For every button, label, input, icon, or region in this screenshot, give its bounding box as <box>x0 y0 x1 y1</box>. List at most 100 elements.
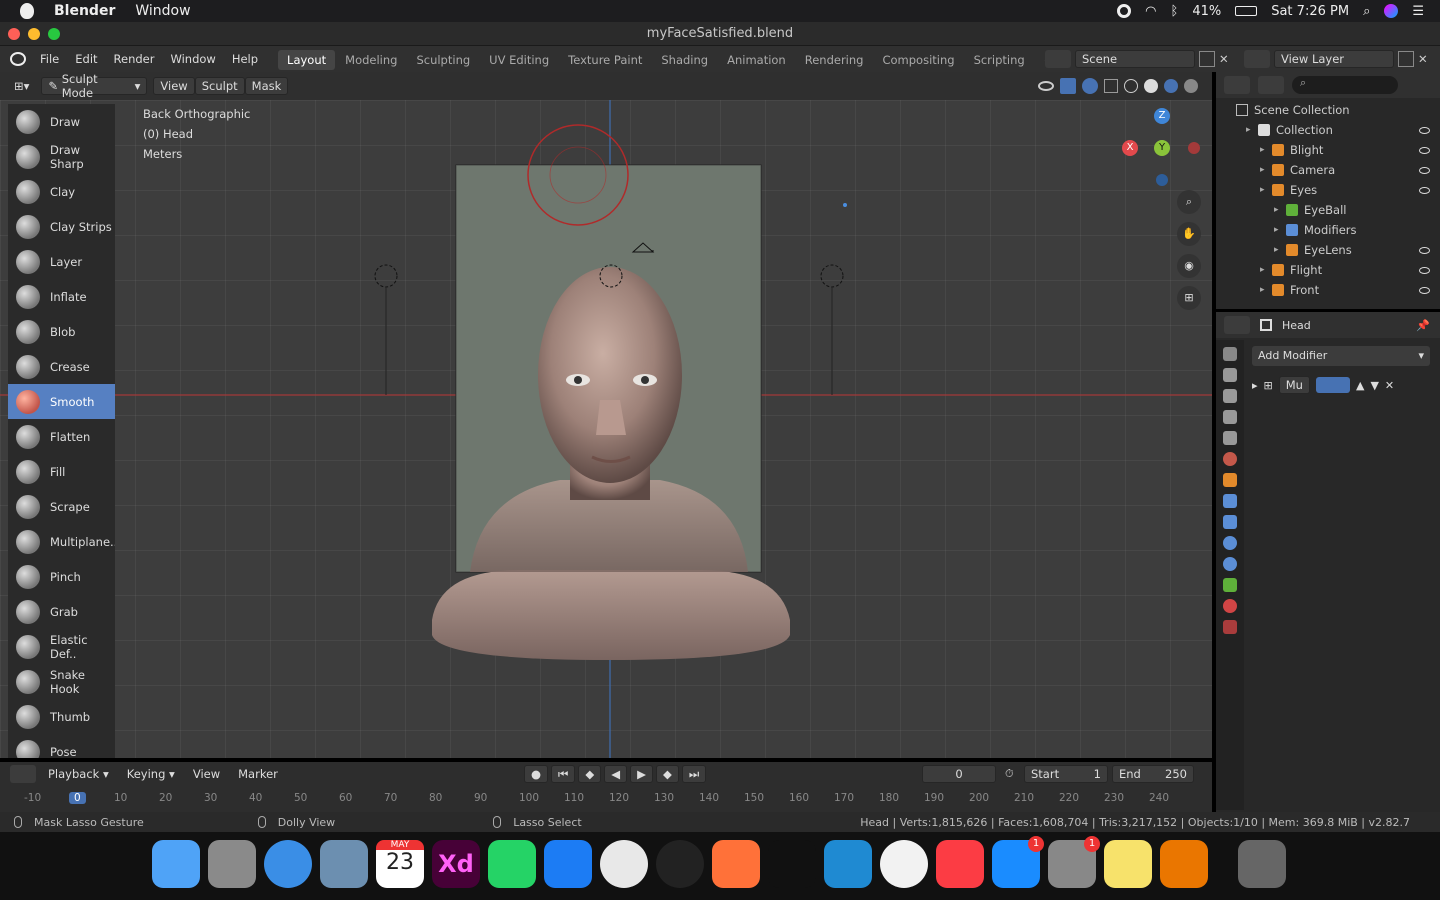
expand-arrow-icon[interactable]: ▸ <box>1260 285 1265 295</box>
new-scene-icon[interactable] <box>1199 51 1215 67</box>
wifi-icon[interactable]: ◠ <box>1145 4 1156 19</box>
jump-end-button[interactable]: ⏭ <box>681 765 707 783</box>
expand-arrow-icon[interactable]: ▸ <box>1260 265 1265 275</box>
tool-thumb[interactable]: Thumb <box>8 699 115 734</box>
world-tab-icon[interactable] <box>1223 452 1237 466</box>
dock-trash-icon[interactable] <box>1238 840 1286 888</box>
tool-grab[interactable]: Grab <box>8 594 115 629</box>
dock-stickies-icon[interactable] <box>1104 840 1152 888</box>
record-icon[interactable] <box>1117 4 1132 18</box>
dock-terminal-icon[interactable] <box>768 840 816 888</box>
tool-draw-sharp[interactable]: Draw Sharp <box>8 139 115 174</box>
modifier-name-field[interactable]: Mu <box>1278 376 1310 394</box>
wireframe-shading-icon[interactable] <box>1124 79 1138 93</box>
physics-tab-icon[interactable] <box>1223 536 1237 550</box>
outliner-editor-icon[interactable] <box>1224 76 1250 94</box>
new-view-layer-icon[interactable] <box>1398 51 1414 67</box>
dock-launchpad-icon[interactable] <box>208 840 256 888</box>
tool-flatten[interactable]: Flatten <box>8 419 115 454</box>
tab-animation[interactable]: Animation <box>718 50 795 70</box>
visibility-icon[interactable] <box>1038 81 1054 91</box>
expand-arrow-icon[interactable]: ▸ <box>1260 165 1265 175</box>
tool-clay[interactable]: Clay <box>8 174 115 209</box>
eye-icon[interactable] <box>1419 186 1430 194</box>
mode-selector[interactable]: ✎ Sculpt Mode ▾ <box>41 72 148 100</box>
remove-modifier-icon[interactable]: ✕ <box>1385 379 1394 392</box>
dock-siri-icon[interactable] <box>656 840 704 888</box>
dock-photos-icon[interactable] <box>880 840 928 888</box>
view-layer-selector[interactable]: View Layer <box>1274 50 1394 68</box>
delete-view-layer-icon[interactable]: ✕ <box>1418 52 1428 66</box>
end-frame-field[interactable]: End 250 <box>1112 765 1194 783</box>
stopwatch-icon[interactable]: ⏱ <box>1005 767 1014 781</box>
dock-vs-code-icon[interactable] <box>824 840 872 888</box>
tab-layout[interactable]: Layout <box>278 50 336 70</box>
tab-uv-editing[interactable]: UV Editing <box>480 50 558 70</box>
menu-keying[interactable]: Keying ▾ <box>121 765 181 783</box>
apple-icon[interactable] <box>20 3 34 19</box>
xray-toggle-icon[interactable] <box>1104 79 1118 93</box>
gizmo-toggle-icon[interactable] <box>1060 78 1076 94</box>
modifier-panel[interactable]: ▸ ⊞ Mu ▲ ▼ ✕ <box>1252 374 1430 396</box>
battery-percent[interactable]: 41% <box>1192 4 1221 19</box>
timeline-editor-icon[interactable] <box>10 765 36 783</box>
window-menu[interactable]: Window <box>135 3 190 19</box>
tool-crease[interactable]: Crease <box>8 349 115 384</box>
gizmo-z[interactable]: Z <box>1154 108 1170 124</box>
tab-shading[interactable]: Shading <box>652 50 717 70</box>
menu-view[interactable]: View <box>153 77 195 95</box>
dock-preview-icon[interactable] <box>320 840 368 888</box>
render-tab-icon[interactable] <box>1223 368 1237 382</box>
blender-logo-icon[interactable] <box>10 52 26 66</box>
dock-music-icon[interactable] <box>936 840 984 888</box>
scene-selector[interactable]: Scene <box>1075 50 1195 68</box>
menu-marker[interactable]: Marker <box>232 765 284 783</box>
tool-blob[interactable]: Blob <box>8 314 115 349</box>
tool-scrape[interactable]: Scrape <box>8 489 115 524</box>
rendered-shading-icon[interactable] <box>1184 79 1198 93</box>
dock-blender-icon[interactable] <box>1160 840 1208 888</box>
bluetooth-icon[interactable]: ᛒ <box>1171 4 1179 19</box>
pin-icon[interactable]: 📌 <box>1416 319 1430 332</box>
constraints-tab-icon[interactable] <box>1223 557 1237 571</box>
tool-tab-icon[interactable] <box>1223 347 1237 361</box>
play-reverse-button[interactable]: ◀ <box>604 765 628 783</box>
outliner-item-eyeball[interactable]: ▸ EyeBall <box>1216 200 1440 220</box>
timeline-ruler[interactable]: -10 0 10 20 30 40 50 60 70 80 90 100 110 120 130 140 150… <box>0 790 1212 808</box>
dock-xcode-icon[interactable] <box>544 840 592 888</box>
menu-mask[interactable]: Mask <box>244 77 289 95</box>
menu-file[interactable]: File <box>32 52 67 66</box>
expand-arrow-icon[interactable]: ▸ <box>1260 185 1265 195</box>
move-up-icon[interactable]: ▲ <box>1356 379 1364 392</box>
zoom-icon[interactable]: ⌕ <box>1177 190 1201 214</box>
eye-icon[interactable] <box>1419 146 1430 154</box>
next-keyframe-button[interactable]: ◆ <box>655 765 679 783</box>
eye-icon[interactable] <box>1419 286 1430 294</box>
texture-tab-icon[interactable] <box>1223 620 1237 634</box>
gizmo-neg-z[interactable] <box>1156 174 1168 186</box>
tab-compositing[interactable]: Compositing <box>873 50 963 70</box>
add-modifier-dropdown[interactable]: Add Modifier ▾ <box>1252 346 1430 366</box>
output-tab-icon[interactable] <box>1223 389 1237 403</box>
menu-window[interactable]: Window <box>162 52 223 66</box>
tab-scripting[interactable]: Scripting <box>965 50 1034 70</box>
menu-help[interactable]: Help <box>224 52 266 66</box>
prev-keyframe-button[interactable]: ◆ <box>578 765 602 783</box>
expand-arrow-icon[interactable]: ▸ <box>1274 205 1279 215</box>
dock-whatsapp-icon[interactable] <box>488 840 536 888</box>
menu-sculpt[interactable]: Sculpt <box>194 77 245 95</box>
expand-modifier-icon[interactable]: ▸ <box>1252 379 1258 392</box>
view-layer-tab-icon[interactable] <box>1223 410 1237 424</box>
tool-pinch[interactable]: Pinch <box>8 559 115 594</box>
tool-draw[interactable]: Draw <box>8 104 115 139</box>
tool-pose[interactable]: Pose <box>8 734 115 758</box>
tool-inflate[interactable]: Inflate <box>8 279 115 314</box>
scene-tab-icon[interactable] <box>1223 431 1237 445</box>
expand-arrow-icon[interactable]: ▸ <box>1246 125 1251 135</box>
object-tab-icon[interactable] <box>1223 473 1237 487</box>
notification-center-icon[interactable]: ☰ <box>1412 4 1424 19</box>
modifier-tab-icon[interactable] <box>1223 494 1237 508</box>
clock[interactable]: Sat 7:26 PM <box>1271 4 1349 19</box>
gizmo-y[interactable]: Y <box>1154 140 1170 156</box>
expand-arrow-icon[interactable]: ▸ <box>1260 145 1265 155</box>
